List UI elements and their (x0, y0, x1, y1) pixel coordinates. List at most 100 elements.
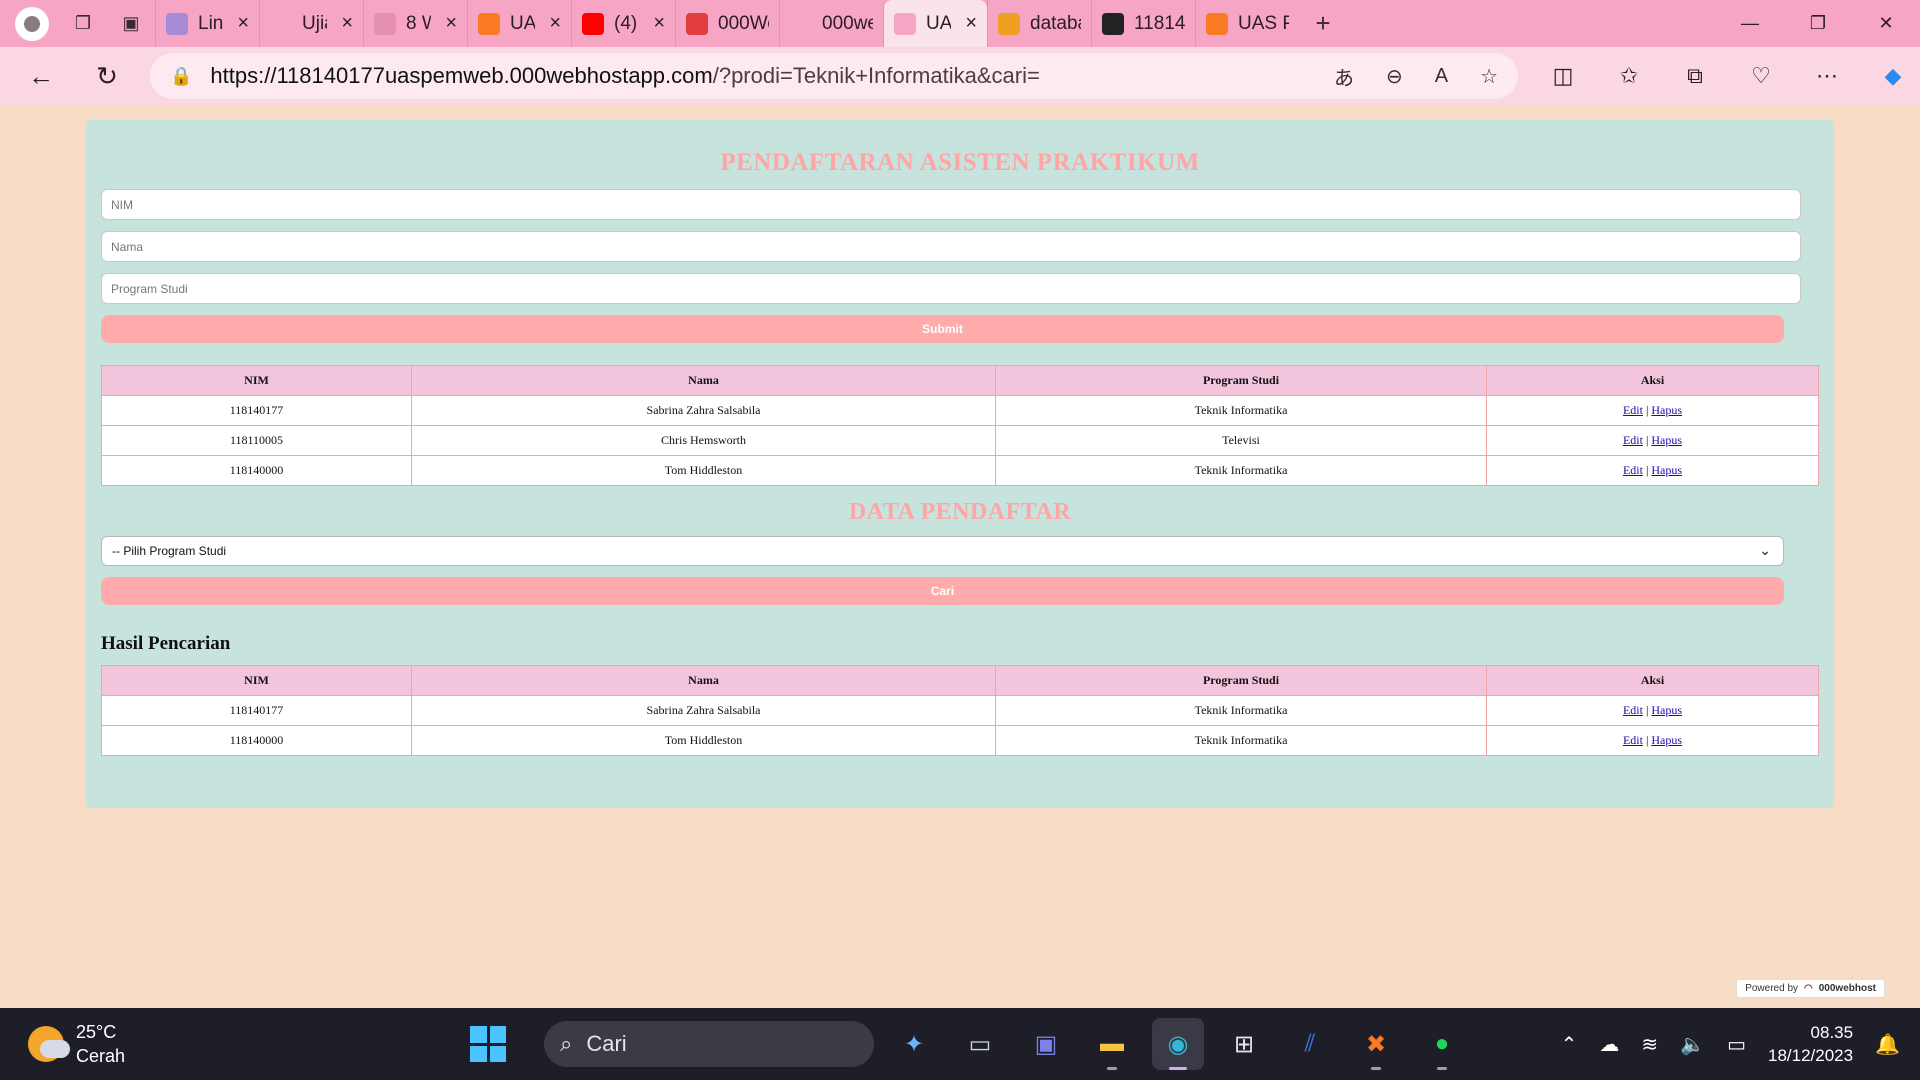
browser-tab[interactable]: database (987, 0, 1091, 47)
refresh-icon[interactable]: ↻ (74, 47, 140, 105)
browser-tab[interactable]: 000Webh (675, 0, 779, 47)
edge-icon[interactable]: ◉ (1152, 1018, 1204, 1070)
prodi-select[interactable]: -- Pilih Program Studi ⌄ (101, 536, 1784, 566)
tab-actions-icon[interactable]: ▣ (107, 0, 155, 47)
copilot-icon[interactable]: ◆ (1860, 47, 1920, 105)
browser-tab[interactable]: 8 W× (363, 0, 467, 47)
zoom-icon[interactable]: ⊖ (1386, 64, 1403, 89)
nim-input[interactable]: NIM (101, 189, 1801, 220)
notification-icon[interactable]: 🔔 (1875, 1032, 1900, 1057)
tab-favicon-icon (1102, 12, 1124, 35)
powered-by-badge[interactable]: Powered by ◠ 000webhost (1736, 979, 1885, 998)
edit-link[interactable]: Edit (1623, 463, 1643, 477)
edit-link[interactable]: Edit (1623, 403, 1643, 417)
new-tab-icon[interactable]: + (1299, 0, 1347, 47)
edit-link[interactable]: Edit (1623, 703, 1643, 717)
browser-tab[interactable]: UAS× (467, 0, 571, 47)
chevron-up-icon[interactable]: ⌃ (1561, 1032, 1578, 1057)
weather-icon (28, 1026, 70, 1062)
copilot-app-icon[interactable]: ✦ (888, 1018, 940, 1070)
restore-icon[interactable]: ❐ (1784, 0, 1852, 47)
cell-aksi: Edit | Hapus (1486, 395, 1819, 426)
close-tab-icon[interactable]: × (445, 12, 457, 35)
spotify-icon[interactable]: ● (1416, 1018, 1468, 1070)
action-separator: | (1645, 463, 1649, 477)
webhost-logo-icon: ◠ (1804, 983, 1813, 994)
hapus-link[interactable]: Hapus (1651, 403, 1682, 417)
window-controls: — ❐ ✕ (1716, 0, 1920, 47)
cell-aksi: Edit | Hapus (1486, 695, 1819, 726)
url-text[interactable]: https://118140177uaspemweb.000webhostapp… (210, 63, 1039, 89)
tab-favicon-icon (582, 12, 604, 35)
store-icon[interactable]: ⊞ (1218, 1018, 1270, 1070)
close-tab-icon[interactable]: × (653, 12, 665, 35)
collections-icon[interactable]: ⧉ (1662, 47, 1728, 105)
cell-nim: 118140177 (101, 395, 412, 426)
volume-icon[interactable]: 🔈 (1680, 1032, 1705, 1057)
vscode-like-icon[interactable]: ⫽ (1284, 1018, 1336, 1070)
file-explorer-icon[interactable]: ▬ (1086, 1018, 1138, 1070)
close-window-icon[interactable]: ✕ (1852, 0, 1920, 47)
task-view-icon[interactable]: ▭ (954, 1018, 1006, 1070)
clock[interactable]: 08.35 18/12/2023 (1768, 1021, 1853, 1067)
result-title: Hasil Pencarian (101, 633, 231, 654)
battery-icon[interactable]: ▭ (1727, 1032, 1746, 1057)
action-separator: | (1645, 703, 1649, 717)
close-tab-icon[interactable]: × (341, 12, 353, 35)
cari-button[interactable]: Cari (101, 577, 1784, 605)
column-header: NIM (101, 665, 412, 696)
nama-input[interactable]: Nama (101, 231, 1801, 262)
back-icon[interactable]: ← (8, 47, 74, 105)
column-header: Aksi (1486, 365, 1819, 396)
onedrive-icon[interactable]: ☁ (1599, 1032, 1619, 1057)
cell-prodi: Teknik Informatika (995, 455, 1487, 486)
tab-favicon-icon (1206, 12, 1228, 35)
hapus-link[interactable]: Hapus (1651, 463, 1682, 477)
teams-icon[interactable]: ▣ (1020, 1018, 1072, 1070)
close-tab-icon[interactable]: × (549, 12, 561, 35)
browser-tab[interactable]: 1181401 (1091, 0, 1195, 47)
weather-widget[interactable]: 25°C Cerah (28, 1020, 125, 1068)
system-tray: ⌃ ☁ ≋ 🔈 ▭ 08.35 18/12/2023 🔔 (1561, 1018, 1900, 1070)
prodi-input[interactable]: Program Studi (101, 273, 1801, 304)
favorite-star-icon[interactable]: ☆ (1480, 64, 1498, 89)
edit-link[interactable]: Edit (1623, 733, 1643, 747)
table-row: 118140000 Tom Hiddleston Teknik Informatik… (101, 455, 1819, 486)
browser-tab[interactable]: (4) I× (571, 0, 675, 47)
table-header-row: NIM Nama Program Studi Aksi (101, 665, 1819, 696)
table-row: 118110005 Chris Hemsworth Televisi Edit | Hap… (101, 425, 1819, 456)
address-bar[interactable]: 🔒 https://118140177uaspemweb.000webhosta… (150, 53, 1518, 99)
edit-link[interactable]: Edit (1623, 433, 1643, 447)
browser-tab[interactable]: 000webh (779, 0, 883, 47)
browser-tab[interactable]: Ujia× (259, 0, 363, 47)
browser-tab[interactable]: Link× (155, 0, 259, 47)
taskbar-search[interactable]: ⌕ Cari (544, 1021, 874, 1067)
cell-prodi: Teknik Informatika (995, 395, 1487, 426)
browser-tab[interactable]: UAS× (883, 0, 987, 47)
xampp-icon[interactable]: ✖ (1350, 1018, 1402, 1070)
close-tab-icon[interactable]: × (965, 12, 977, 35)
lock-icon[interactable]: 🔒 (170, 66, 192, 87)
favorites-icon[interactable]: ✩ (1596, 47, 1662, 105)
action-separator: | (1645, 433, 1649, 447)
cell-aksi: Edit | Hapus (1486, 425, 1819, 456)
read-aloud-icon[interactable]: A (1435, 65, 1448, 88)
column-header: NIM (101, 365, 412, 396)
browser-tab[interactable]: UAS Pem (1195, 0, 1299, 47)
close-tab-icon[interactable]: × (237, 12, 249, 35)
cell-nama: Sabrina Zahra Salsabila (411, 395, 996, 426)
split-screen-icon[interactable]: ◫ (1530, 47, 1596, 105)
minimize-icon[interactable]: — (1716, 0, 1784, 47)
workspaces-icon[interactable]: ❐ (59, 0, 107, 47)
hapus-link[interactable]: Hapus (1651, 733, 1682, 747)
translate-icon[interactable]: あ (1334, 62, 1354, 91)
wifi-icon[interactable]: ≋ (1641, 1032, 1658, 1057)
submit-button[interactable]: Submit (101, 315, 1784, 343)
start-icon[interactable] (470, 1026, 506, 1062)
hapus-link[interactable]: Hapus (1651, 433, 1682, 447)
hapus-link[interactable]: Hapus (1651, 703, 1682, 717)
cell-prodi: Teknik Informatika (995, 695, 1487, 726)
performance-icon[interactable]: ♡ (1728, 47, 1794, 105)
more-menu-icon[interactable]: ⋯ (1794, 47, 1860, 105)
profile-icon[interactable] (15, 6, 49, 41)
